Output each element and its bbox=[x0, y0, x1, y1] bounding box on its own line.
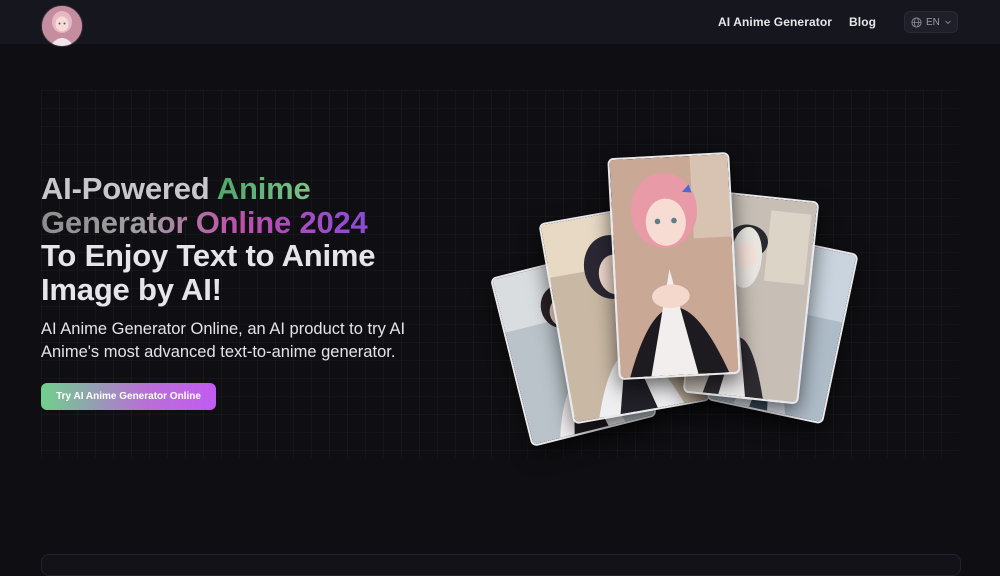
next-section-panel bbox=[41, 554, 961, 576]
hero-subtitle: AI Anime Generator Online, an AI product… bbox=[41, 320, 406, 361]
top-navbar: AI Anime Generator Blog EN bbox=[0, 0, 1000, 47]
anime-image-showcase bbox=[489, 150, 875, 450]
headline-highlight-generator: Generator Online 2024 bbox=[41, 204, 368, 240]
headline-part-1: AI-Powered bbox=[41, 171, 217, 206]
hero-headline: AI-Powered Anime Generator Online 2024 To … bbox=[41, 172, 441, 306]
logo-avatar[interactable] bbox=[41, 5, 83, 47]
language-selector[interactable]: EN bbox=[904, 11, 958, 33]
chevron-down-icon bbox=[945, 20, 951, 25]
anime-image-featured bbox=[609, 154, 739, 378]
nav-link-ai-anime-generator[interactable]: AI Anime Generator bbox=[718, 15, 832, 29]
headline-part-4: To Enjoy Text to Anime Image by AI! bbox=[41, 238, 376, 307]
headline-highlight-anime: Anime bbox=[216, 171, 311, 206]
language-value: EN bbox=[926, 16, 940, 28]
try-generator-button[interactable]: Try AI Anime Generator Online bbox=[41, 383, 216, 410]
globe-icon bbox=[911, 16, 922, 28]
nav-link-blog[interactable]: Blog bbox=[849, 15, 876, 29]
anime-card-featured bbox=[607, 151, 741, 381]
logo-image bbox=[42, 6, 82, 46]
